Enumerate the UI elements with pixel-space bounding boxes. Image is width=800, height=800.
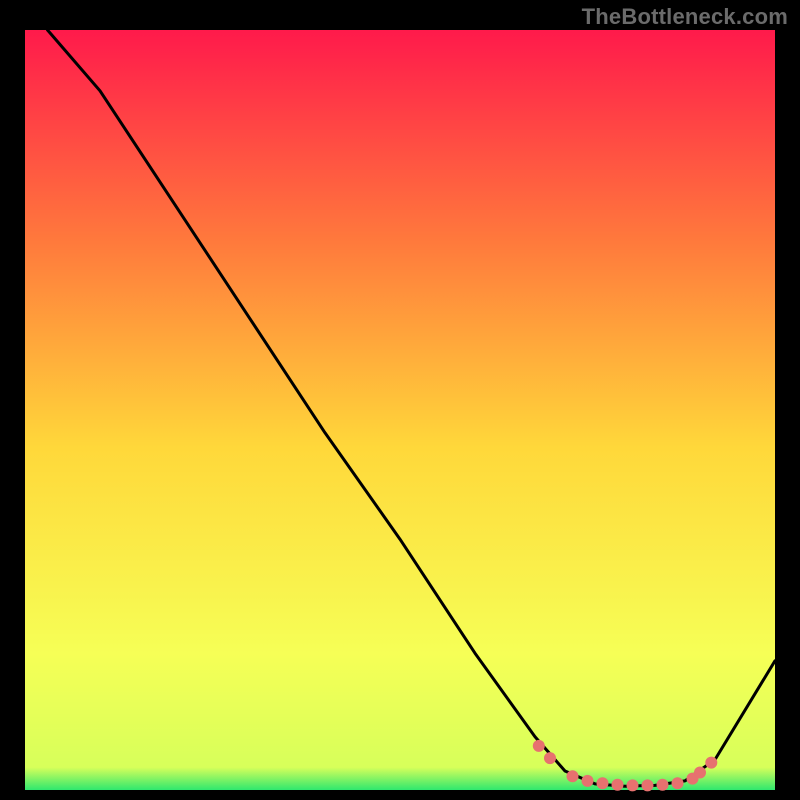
chart-frame: { "watermark": "TheBottleneck.com", "col… bbox=[0, 0, 800, 800]
marker-dot bbox=[567, 770, 579, 782]
marker-dot bbox=[627, 779, 639, 791]
marker-dot bbox=[642, 779, 654, 791]
marker-dot bbox=[612, 779, 624, 791]
marker-dot bbox=[705, 757, 717, 769]
plot-svg bbox=[0, 0, 800, 800]
marker-dot bbox=[533, 740, 545, 752]
watermark-text: TheBottleneck.com bbox=[582, 4, 788, 30]
marker-dot bbox=[672, 777, 684, 789]
marker-dot bbox=[657, 779, 669, 791]
marker-dot bbox=[582, 775, 594, 787]
marker-dot bbox=[694, 767, 706, 779]
gradient-background bbox=[25, 30, 775, 790]
marker-dot bbox=[597, 777, 609, 789]
marker-dot bbox=[544, 752, 556, 764]
